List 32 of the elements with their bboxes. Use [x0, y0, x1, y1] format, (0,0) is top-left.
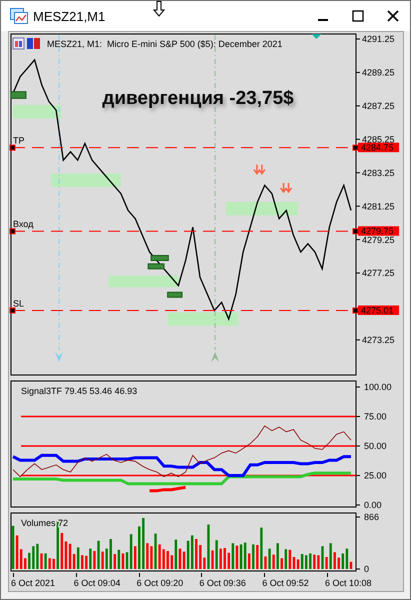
price-tag: 4284.75 [358, 142, 399, 153]
level-label: Вход [13, 219, 34, 230]
axis-label: 4277.25 [362, 268, 395, 278]
axis-label: 4279.25 [362, 234, 395, 245]
axis-label: 50.00 [364, 441, 387, 452]
axis-label: 4291.25 [362, 34, 395, 44]
time-label: 6 Oct 09:04 [74, 578, 120, 588]
axis-label: 4283.25 [362, 168, 395, 178]
time-label: 6 Oct 10:08 [324, 578, 372, 588]
axis-label: 4273.25 [362, 335, 395, 346]
axis-label: 4285.25 [362, 134, 395, 144]
price-tag: 4279.75 [358, 226, 399, 236]
axis-label: 4289.25 [362, 68, 395, 78]
chart-title: MESZ21, M1: Micro E-mini S&P 500 ($5): December 2021 [47, 39, 282, 49]
level-label: TP [13, 136, 25, 146]
axis-label: 0.00 [364, 500, 382, 509]
axis-label: 100.00 [364, 382, 392, 392]
axis-label: 4287.25 [362, 101, 395, 112]
time-label: 6 Oct 2021 [11, 578, 56, 588]
window-title: MESZ21,M1 [33, 8, 106, 24]
divergence-label: дивергенция -23,75$ [102, 88, 294, 109]
time-label: 6 Oct 09:20 [136, 578, 184, 588]
level-label: SL [13, 298, 24, 308]
axis-label: 75.00 [364, 412, 387, 422]
time-label: 6 Oct 09:52 [262, 578, 309, 588]
time-label: 6 Oct 09:36 [199, 578, 246, 588]
price-tag: 4275.01 [358, 305, 399, 316]
axis-label: 25.00 [364, 470, 387, 481]
axis-label: 4281.25 [362, 201, 395, 212]
axis-label: 0 [364, 564, 370, 573]
axis-label: 866 [364, 512, 380, 522]
indicator-title: Signal3TF 79.45 53.46 46.93 [21, 386, 138, 396]
